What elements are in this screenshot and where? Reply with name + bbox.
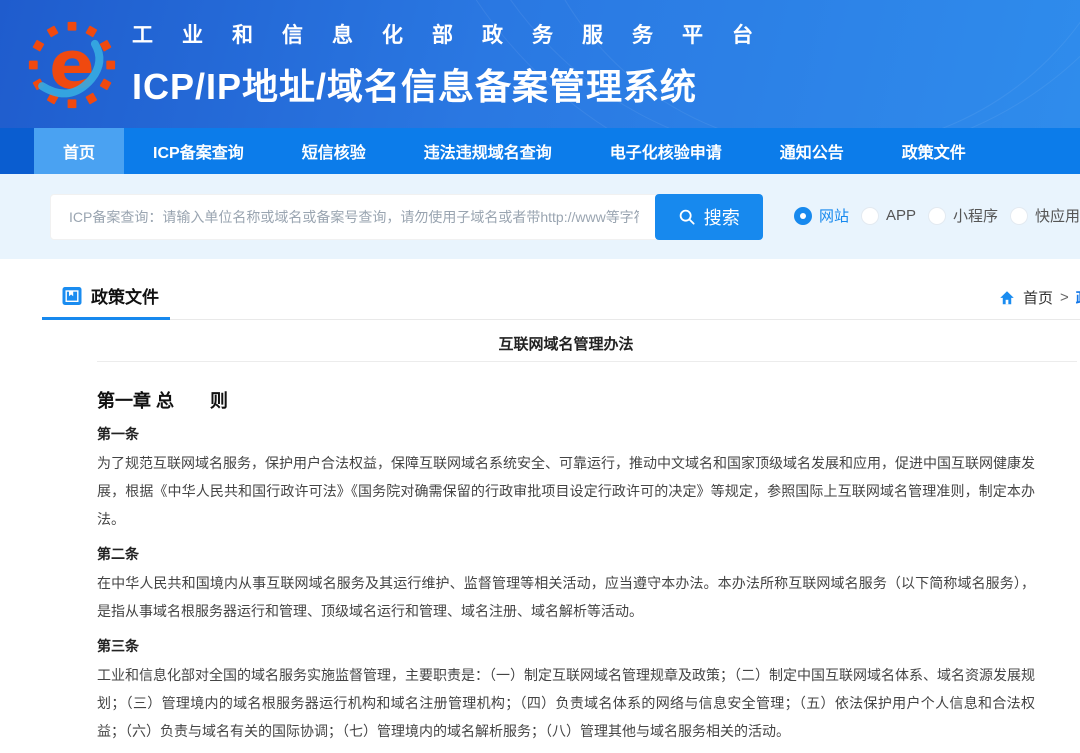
clause: 第一条 为了规范互联网域名服务，保护用户合法权益，保障互联网域名系统安全、可靠运… — [97, 425, 1035, 533]
article-title: 互联网域名管理办法 — [97, 320, 1035, 361]
article-title-divider — [97, 361, 1077, 362]
content-area: 政策文件 首页 > 政策文件 互联网域名管理办法 第一章 总 则 第一条 为了规… — [0, 259, 1080, 753]
clause-text: 在中华人民共和国境内从事互联网域名服务及其运行维护、监督管理等相关活动，应当遵守… — [97, 569, 1035, 625]
clause: 第二条 在中华人民共和国境内从事互联网域名服务及其运行维护、监督管理等相关活动，… — [97, 545, 1035, 625]
main-nav: 首页 ICP备案查询 短信核验 违法违规域名查询 电子化核验申请 通知公告 政策… — [0, 128, 1080, 174]
radio-website[interactable]: 网站 — [794, 205, 849, 226]
system-title: ICP/IP地址/域名信息备案管理系统 — [132, 58, 782, 110]
nav-item-electronic-verify[interactable]: 电子化核验申请 — [581, 128, 751, 174]
radio-website-label: 网站 — [819, 205, 849, 226]
radio-dot-icon[interactable] — [928, 207, 946, 225]
platform-title: 工业和信息化部政务服务平台 — [132, 19, 782, 49]
icp-search-input[interactable] — [50, 194, 658, 240]
radio-miniprogram-label: 小程序 — [953, 205, 998, 226]
clause-number: 第二条 — [97, 545, 1035, 563]
nav-item-icp-query[interactable]: ICP备案查询 — [124, 128, 273, 174]
radio-app-label: APP — [886, 207, 916, 224]
policy-doc-icon — [62, 286, 82, 306]
section-active-underline — [42, 317, 170, 320]
site-header: e 工业和信息化部政务服务平台 ICP/IP地址/域名信息备案管理系统 — [0, 0, 1080, 128]
section-divider — [42, 319, 1080, 320]
search-section: 搜索 网站 APP 小程序 快应用 — [0, 174, 1080, 259]
article: 互联网域名管理办法 第一章 总 则 第一条 为了规范互联网域名服务，保护用户合法… — [42, 320, 1035, 753]
search-button[interactable]: 搜索 — [655, 194, 763, 240]
radio-dot-icon[interactable] — [794, 207, 812, 225]
clause: 第三条 工业和信息化部对全国的域名服务实施监督管理，主要职责是：（一）制定互联网… — [97, 637, 1035, 745]
nav-item-illegal-domain-query[interactable]: 违法违规域名查询 — [395, 128, 581, 174]
clause-number: 第一条 — [97, 425, 1035, 443]
radio-dot-icon[interactable] — [1010, 207, 1028, 225]
search-button-label: 搜索 — [704, 204, 740, 230]
miit-gear-e-logo-icon: e — [28, 21, 116, 109]
nav-item-policy-docs[interactable]: 政策文件 — [873, 128, 995, 174]
radio-app[interactable]: APP — [861, 207, 916, 225]
magnifier-icon — [678, 208, 696, 226]
clause-text: 为了规范互联网域名服务，保护用户合法权益，保障互联网域名系统安全、可靠运行，推动… — [97, 449, 1035, 533]
chapter-heading: 第一章 总 则 — [97, 390, 1035, 413]
radio-quickapp[interactable]: 快应用 — [1010, 205, 1080, 226]
breadcrumb-home-link[interactable]: 首页 — [1023, 287, 1053, 308]
radio-quickapp-label: 快应用 — [1035, 205, 1080, 226]
radio-miniprogram[interactable]: 小程序 — [928, 205, 998, 226]
breadcrumb-separator: > — [1060, 289, 1069, 306]
breadcrumb: 首页 > 政策文件 — [998, 287, 1080, 308]
home-icon — [998, 289, 1016, 307]
clause-number: 第三条 — [97, 637, 1035, 655]
nav-item-home[interactable]: 首页 — [34, 128, 124, 174]
search-type-group: 网站 APP 小程序 快应用 — [794, 205, 1080, 226]
nav-item-notices[interactable]: 通知公告 — [751, 128, 873, 174]
nav-item-sms-verify[interactable]: 短信核验 — [273, 128, 395, 174]
clause-text: 工业和信息化部对全国的域名服务实施监督管理，主要职责是：（一）制定互联网域名管理… — [97, 661, 1035, 745]
radio-dot-icon[interactable] — [861, 207, 879, 225]
section-title: 政策文件 — [91, 283, 159, 308]
breadcrumb-current[interactable]: 政策文件 — [1076, 287, 1080, 308]
